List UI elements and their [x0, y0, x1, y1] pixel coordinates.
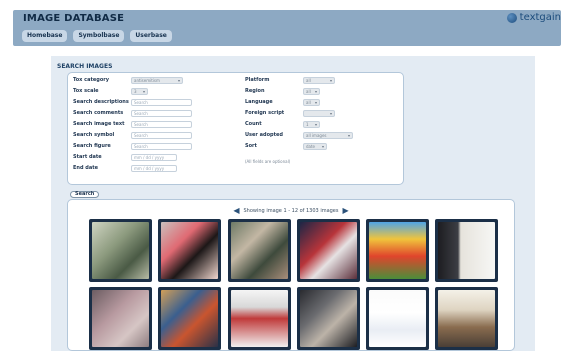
field-label: Tox scale	[73, 88, 99, 94]
sort-select[interactable]: date	[303, 142, 327, 150]
field-label: Search figure	[73, 143, 111, 149]
region-select[interactable]: all	[303, 87, 320, 95]
field-language: Language all	[245, 98, 320, 106]
image-thumbnail[interactable]	[158, 287, 221, 350]
cartoon-face-red-image	[161, 222, 218, 279]
field-user-adopted: User adopted all images	[245, 131, 353, 139]
field-tox-scale: Tox scale 3	[73, 87, 148, 95]
logo-text: textgain	[519, 12, 561, 23]
painted-scene-image	[161, 290, 218, 347]
field-search-descriptions: Search descriptions Search	[73, 98, 192, 106]
foreign-script-select[interactable]	[303, 109, 335, 117]
image-thumbnail[interactable]	[297, 287, 360, 350]
field-label: Sort	[245, 143, 257, 149]
field-label: Start date	[73, 154, 102, 160]
count-select[interactable]: 1	[303, 120, 320, 128]
field-start-date: Start date mm / dd / yyyy	[73, 153, 177, 161]
nav-symbolbase[interactable]: Symbolbase	[73, 30, 125, 42]
field-label: Foreign script	[245, 110, 285, 116]
section-title: SEARCH IMAGES	[57, 63, 113, 70]
search-figure-input[interactable]: Search	[131, 142, 192, 150]
field-label: Language	[245, 99, 273, 105]
platform-select[interactable]: all	[303, 76, 335, 84]
search-image-text-input[interactable]: Search	[131, 120, 192, 128]
field-label: End date	[73, 165, 99, 171]
field-label: Search descriptions	[73, 99, 129, 105]
search-button[interactable]: Search	[70, 191, 100, 198]
image-thumbnail[interactable]	[89, 219, 152, 282]
field-label: Region	[245, 88, 265, 94]
optional-fields-hint: (All fields are optional)	[245, 159, 291, 164]
blurred-portrait-image	[92, 290, 149, 347]
app-header: IMAGE DATABASE textgain Homebase Symbolb…	[13, 10, 561, 46]
language-select[interactable]: all	[303, 98, 320, 106]
search-form: Tox category antisemitism Tox scale 3 Se…	[67, 72, 404, 185]
previous-arrow-icon[interactable]: ◀	[233, 207, 239, 215]
pager-text: Showing image 1 - 12 of 1303 images	[243, 208, 339, 214]
app-title: IMAGE DATABASE	[23, 13, 125, 24]
dark-portrait-image	[300, 290, 357, 347]
photo-soldiers-image	[92, 222, 149, 279]
start-date-input[interactable]: mm / dd / yyyy	[131, 153, 177, 161]
field-label: Search image text	[73, 121, 125, 127]
image-thumbnail[interactable]	[158, 219, 221, 282]
field-label: Tox category	[73, 77, 110, 83]
field-search-image-text: Search image text Search	[73, 120, 192, 128]
search-page: SEARCH IMAGES Tox category antisemitism …	[51, 56, 535, 351]
textgain-logo-icon	[506, 12, 517, 23]
results-panel: ◀ Showing image 1 - 12 of 1303 images ▶	[67, 199, 515, 351]
field-region: Region all	[245, 87, 320, 95]
image-thumbnail[interactable]	[228, 287, 291, 350]
end-date-input[interactable]: mm / dd / yyyy	[131, 164, 177, 172]
field-search-symbol: Search symbol Search	[73, 131, 192, 139]
nav-homebase[interactable]: Homebase	[22, 30, 68, 42]
field-platform: Platform all	[245, 76, 335, 84]
field-label: User adopted	[245, 132, 283, 138]
field-foreign-script: Foreign script	[245, 109, 335, 117]
field-count: Count 1	[245, 120, 320, 128]
field-tox-category: Tox category antisemitism	[73, 76, 183, 84]
image-thumbnail[interactable]	[228, 219, 291, 282]
image-thumbnail[interactable]	[366, 287, 429, 350]
comic-panels-image	[231, 290, 288, 347]
nav-userbase[interactable]: Userbase	[130, 30, 172, 42]
user-adopted-select[interactable]: all images	[303, 131, 353, 139]
search-descriptions-input[interactable]: Search	[131, 98, 192, 106]
next-arrow-icon[interactable]: ▶	[343, 207, 349, 215]
field-end-date: End date mm / dd / yyyy	[73, 164, 177, 172]
text-quote-portrait-image	[438, 222, 495, 279]
field-search-figure: Search figure Search	[73, 142, 192, 150]
field-search-comments: Search comments Search	[73, 109, 192, 117]
search-comments-input[interactable]: Search	[131, 109, 192, 117]
field-label: Count	[245, 121, 262, 127]
field-label: Search symbol	[73, 132, 115, 138]
mario-israel-game-image	[369, 222, 426, 279]
text-collage-image	[438, 290, 495, 347]
image-thumbnail[interactable]	[435, 219, 498, 282]
wojak-sketch-image	[369, 290, 426, 347]
main-nav: Homebase Symbolbase Userbase	[22, 30, 172, 42]
search-symbol-input[interactable]: Search	[131, 131, 192, 139]
field-sort: Sort date	[245, 142, 327, 150]
field-label: Search comments	[73, 110, 124, 116]
image-thumbnail[interactable]	[297, 219, 360, 282]
group-costumes-image	[300, 222, 357, 279]
pager: ◀ Showing image 1 - 12 of 1303 images ▶	[68, 207, 514, 215]
textgain-logo[interactable]: textgain	[506, 12, 561, 23]
tox-scale-select[interactable]: 3	[131, 87, 148, 95]
image-thumbnail[interactable]	[366, 219, 429, 282]
field-label: Platform	[245, 77, 270, 83]
image-thumbnail[interactable]	[435, 287, 498, 350]
blurred-figure-image	[231, 222, 288, 279]
image-thumbnail[interactable]	[89, 287, 152, 350]
tox-category-select[interactable]: antisemitism	[131, 76, 183, 84]
